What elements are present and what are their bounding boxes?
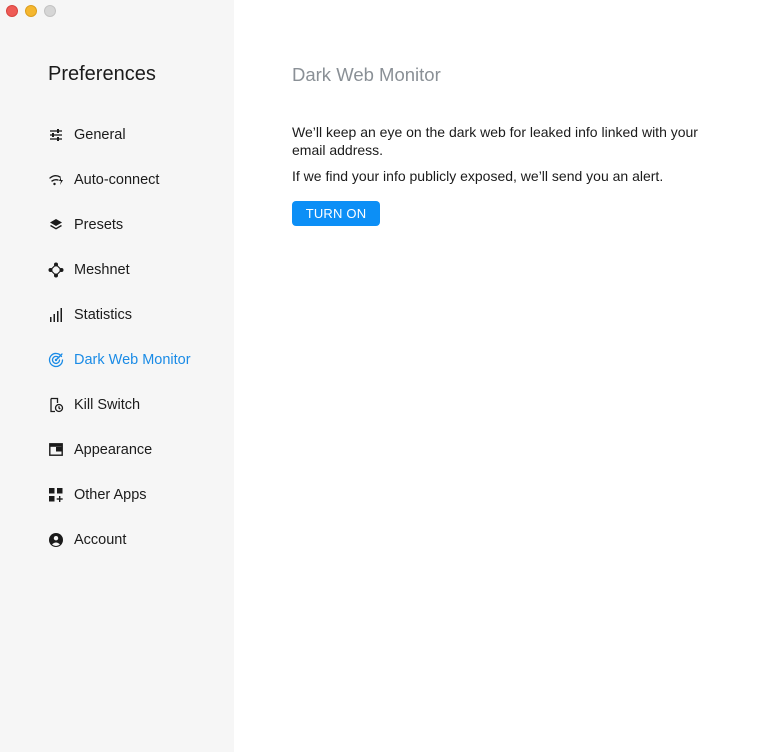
sidebar-item-account[interactable]: Account	[0, 517, 234, 562]
sidebar-item-other-apps[interactable]: Other Apps	[0, 472, 234, 517]
sidebar-item-label: Auto-connect	[74, 171, 160, 188]
sidebar-item-label: Meshnet	[74, 261, 130, 278]
sidebar-item-label: General	[74, 126, 126, 143]
sidebar-item-label: Account	[74, 531, 127, 548]
window-controls	[6, 5, 56, 17]
meshnet-icon	[48, 262, 64, 278]
turn-on-button[interactable]: TURN ON	[292, 201, 380, 226]
sidebar-title: Preferences	[48, 63, 156, 85]
sidebar-item-appearance[interactable]: Appearance	[0, 427, 234, 472]
window-icon	[48, 442, 64, 458]
main-panel: Dark Web Monitor We’ll keep an eye on th…	[234, 0, 766, 752]
sidebar-item-label: Presets	[74, 216, 124, 233]
user-circle-icon	[48, 532, 64, 548]
sidebar-item-kill-switch[interactable]: Kill Switch	[0, 382, 234, 427]
sidebar-item-label: Dark Web Monitor	[74, 351, 191, 368]
minimize-window-button[interactable]	[25, 5, 37, 17]
apps-grid-icon	[48, 487, 64, 503]
page-title: Dark Web Monitor	[292, 64, 441, 85]
wifi-bolt-icon	[48, 172, 64, 188]
preferences-window: Preferences General Auto-connect Presets	[0, 0, 766, 752]
sidebar-item-label: Other Apps	[74, 486, 147, 503]
sidebar-item-label: Statistics	[74, 306, 133, 323]
sidebar-nav: General Auto-connect Presets Meshnet Sta…	[0, 112, 234, 562]
sidebar-item-dark-web-monitor[interactable]: Dark Web Monitor	[0, 337, 234, 382]
sidebar-item-meshnet[interactable]: Meshnet	[0, 247, 234, 292]
alert-description-text: If we find your info publicly exposed, w…	[292, 168, 664, 184]
zoom-window-button[interactable]	[44, 5, 56, 17]
sidebar-item-auto-connect[interactable]: Auto-connect	[0, 157, 234, 202]
sidebar-item-statistics[interactable]: Statistics	[0, 292, 234, 337]
bar-chart-icon	[48, 307, 64, 323]
sliders-icon	[48, 127, 64, 143]
sidebar-item-general[interactable]: General	[0, 112, 234, 157]
sidebar: Preferences General Auto-connect Presets	[0, 0, 234, 752]
radar-icon	[48, 352, 64, 368]
sidebar-item-presets[interactable]: Presets	[0, 202, 234, 247]
sidebar-item-label: Kill Switch	[74, 396, 141, 413]
layers-icon	[48, 217, 64, 233]
description-text: We’ll keep an eye on the dark web for le…	[292, 124, 698, 158]
sidebar-item-label: Appearance	[74, 441, 153, 458]
kill-switch-icon	[48, 397, 64, 413]
close-window-button[interactable]	[6, 5, 18, 17]
